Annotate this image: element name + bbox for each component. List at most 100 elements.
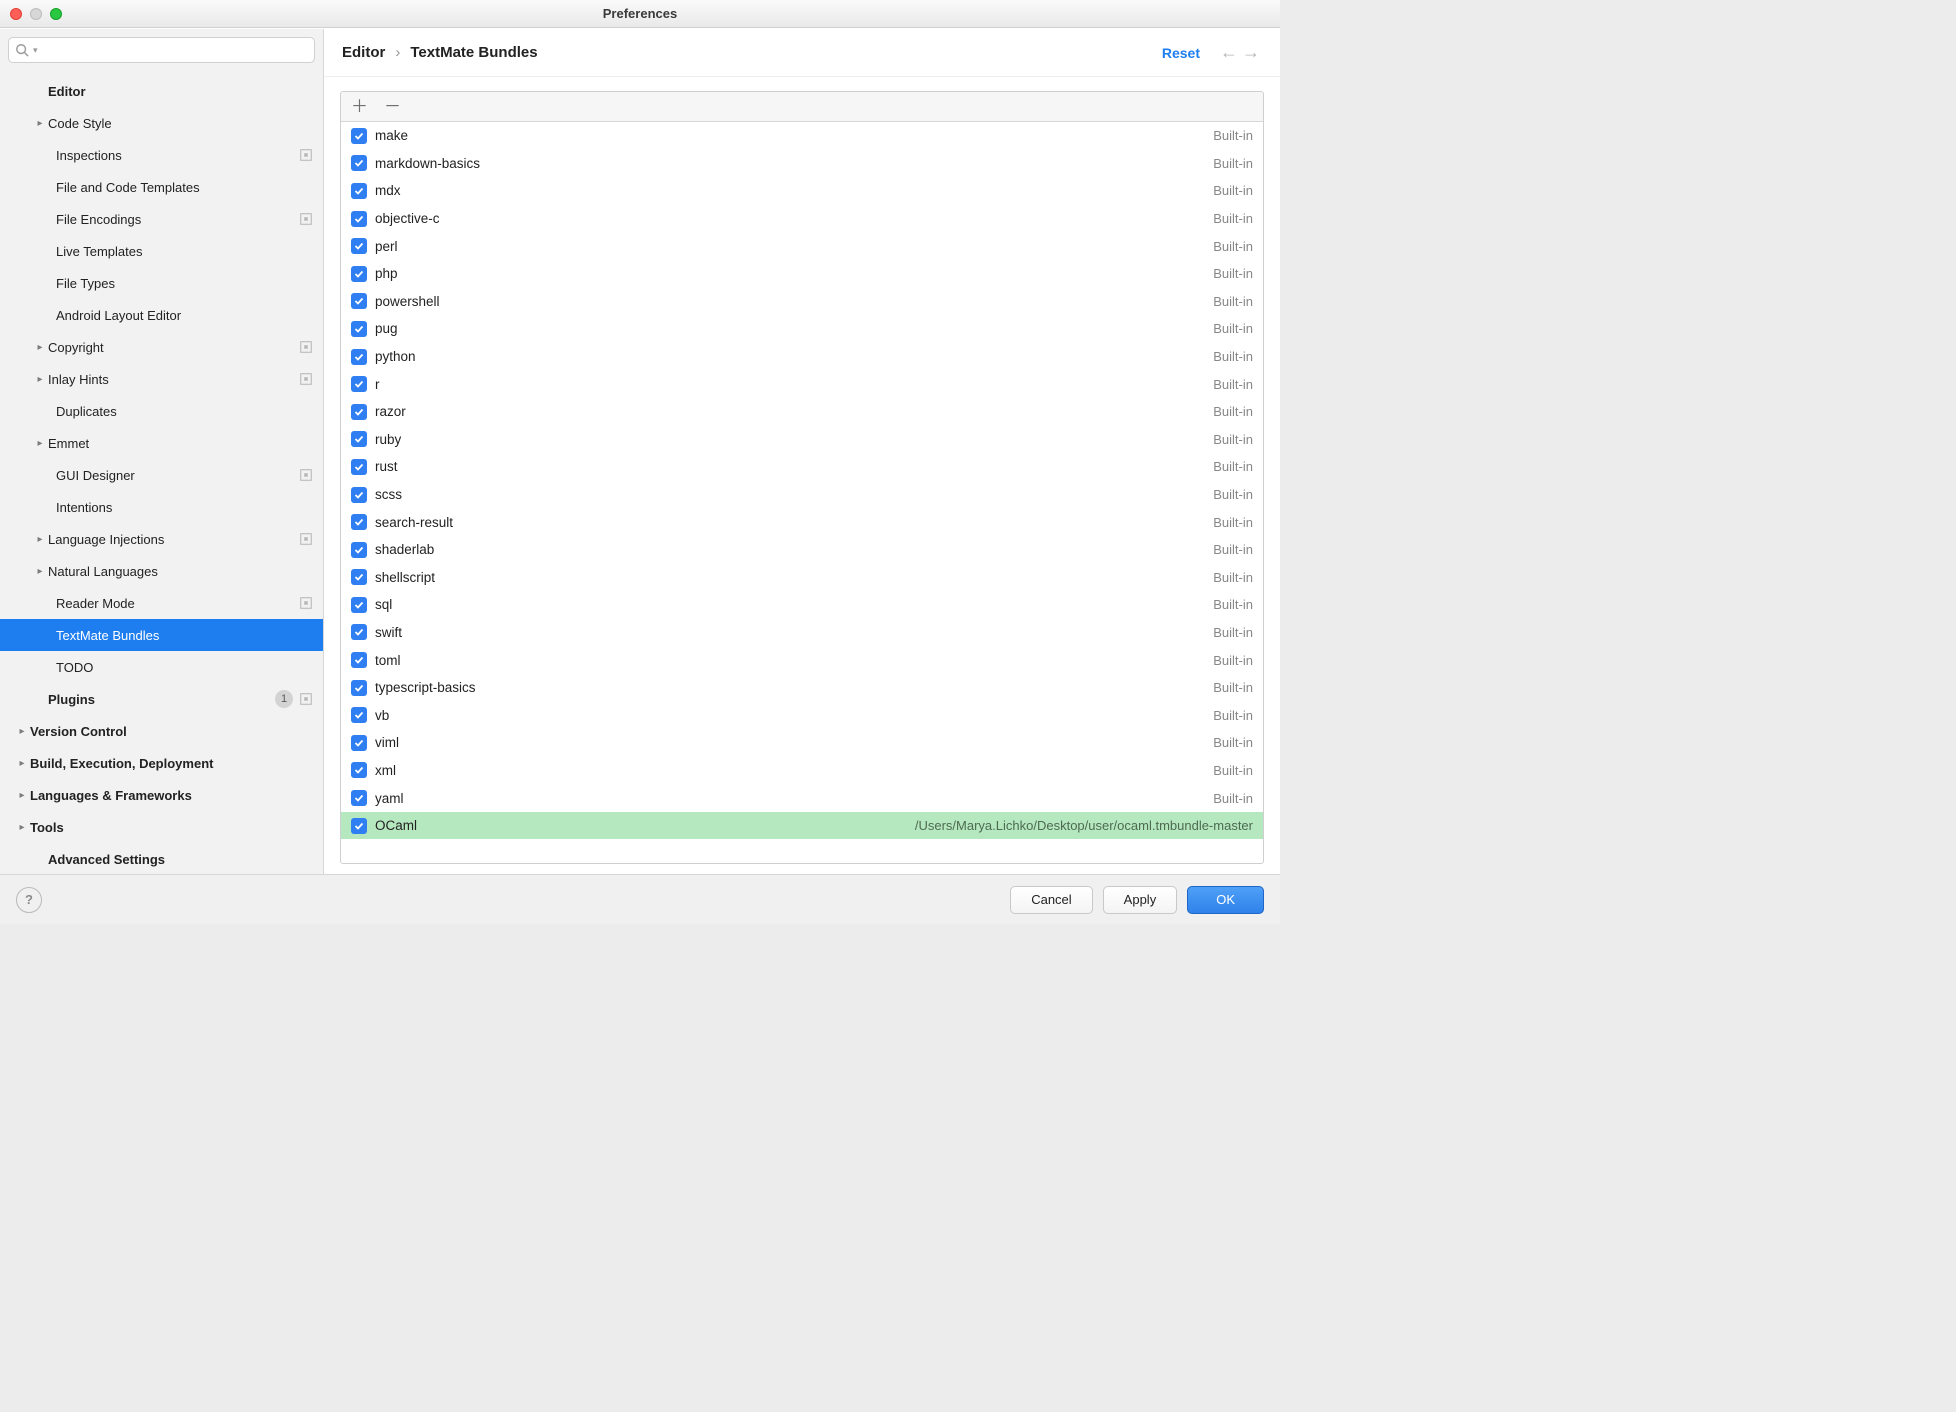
bundle-checkbox[interactable] bbox=[351, 680, 367, 696]
sidebar-item-label: File Types bbox=[56, 276, 313, 291]
forward-icon[interactable]: → bbox=[1240, 42, 1262, 63]
bundle-row[interactable]: swiftBuilt-in bbox=[341, 619, 1263, 647]
sidebar-item-reader-mode[interactable]: Reader Mode bbox=[0, 587, 323, 619]
sidebar-item-file-encodings[interactable]: File Encodings bbox=[0, 203, 323, 235]
sidebar-item-label: Tools bbox=[30, 820, 313, 835]
sidebar-item-file-types[interactable]: File Types bbox=[0, 267, 323, 299]
bundle-row[interactable]: rustBuilt-in bbox=[341, 453, 1263, 481]
help-button[interactable]: ? bbox=[16, 887, 42, 913]
bundle-checkbox[interactable] bbox=[351, 128, 367, 144]
bundle-checkbox[interactable] bbox=[351, 514, 367, 530]
bundle-row[interactable]: mdxBuilt-in bbox=[341, 177, 1263, 205]
bundle-row[interactable]: pugBuilt-in bbox=[341, 315, 1263, 343]
ok-button[interactable]: OK bbox=[1187, 886, 1264, 914]
chevron-right-icon: ▸ bbox=[32, 534, 48, 545]
bundle-checkbox[interactable] bbox=[351, 404, 367, 420]
bundle-checkbox[interactable] bbox=[351, 293, 367, 309]
bundle-row[interactable]: typescript-basicsBuilt-in bbox=[341, 674, 1263, 702]
sidebar-item-copyright[interactable]: ▸ Copyright bbox=[0, 331, 323, 363]
sidebar-item-inlay-hints[interactable]: ▸ Inlay Hints bbox=[0, 363, 323, 395]
sidebar-item-inspections[interactable]: Inspections bbox=[0, 139, 323, 171]
back-icon[interactable]: ← bbox=[1218, 42, 1240, 63]
sidebar-item-emmet[interactable]: ▸ Emmet bbox=[0, 427, 323, 459]
breadcrumb-root[interactable]: Editor bbox=[342, 44, 385, 61]
bundle-checkbox[interactable] bbox=[351, 238, 367, 254]
sidebar-item-label: Inspections bbox=[56, 148, 299, 163]
sidebar-item-languages-frameworks[interactable]: ▸ Languages & Frameworks bbox=[0, 779, 323, 811]
bundle-checkbox[interactable] bbox=[351, 266, 367, 282]
bundle-row[interactable]: search-resultBuilt-in bbox=[341, 508, 1263, 536]
sidebar-item-gui-designer[interactable]: GUI Designer bbox=[0, 459, 323, 491]
bundle-checkbox[interactable] bbox=[351, 735, 367, 751]
bundle-row[interactable]: razorBuilt-in bbox=[341, 398, 1263, 426]
bundle-row[interactable]: makeBuilt-in bbox=[341, 122, 1263, 150]
bundle-checkbox[interactable] bbox=[351, 431, 367, 447]
reset-button[interactable]: Reset bbox=[1162, 45, 1200, 61]
apply-button[interactable]: Apply bbox=[1103, 886, 1178, 914]
sidebar-item-natural-languages[interactable]: ▸ Natural Languages bbox=[0, 555, 323, 587]
bundle-row[interactable]: shellscriptBuilt-in bbox=[341, 564, 1263, 592]
bundle-row[interactable]: sqlBuilt-in bbox=[341, 591, 1263, 619]
bundles-list[interactable]: makeBuilt-inmarkdown-basicsBuilt-inmdxBu… bbox=[341, 122, 1263, 863]
bundle-checkbox[interactable] bbox=[351, 542, 367, 558]
bundle-row[interactable]: vbBuilt-in bbox=[341, 701, 1263, 729]
sidebar-item-android-layout[interactable]: Android Layout Editor bbox=[0, 299, 323, 331]
remove-bundle-button[interactable]: － bbox=[384, 98, 401, 115]
sidebar-item-code-style[interactable]: ▸ Code Style bbox=[0, 107, 323, 139]
bundle-row[interactable]: vimlBuilt-in bbox=[341, 729, 1263, 757]
bundle-checkbox[interactable] bbox=[351, 652, 367, 668]
bundle-checkbox[interactable] bbox=[351, 211, 367, 227]
sidebar-item-language-injections[interactable]: ▸ Language Injections bbox=[0, 523, 323, 555]
search-input[interactable]: ▾ bbox=[8, 37, 315, 63]
bundle-row[interactable]: tomlBuilt-in bbox=[341, 646, 1263, 674]
bundle-row[interactable]: yamlBuilt-in bbox=[341, 784, 1263, 812]
sidebar-item-tools[interactable]: ▸ Tools bbox=[0, 811, 323, 843]
bundle-checkbox[interactable] bbox=[351, 155, 367, 171]
bundle-row[interactable]: shaderlabBuilt-in bbox=[341, 536, 1263, 564]
bundle-row[interactable]: powershellBuilt-in bbox=[341, 288, 1263, 316]
sidebar-item-duplicates[interactable]: Duplicates bbox=[0, 395, 323, 427]
bundle-row[interactable]: objective-cBuilt-in bbox=[341, 205, 1263, 233]
bundle-row[interactable]: pythonBuilt-in bbox=[341, 343, 1263, 371]
cancel-button[interactable]: Cancel bbox=[1010, 886, 1092, 914]
sidebar-item-todo[interactable]: TODO bbox=[0, 651, 323, 683]
bundle-checkbox[interactable] bbox=[351, 376, 367, 392]
bundle-row[interactable]: phpBuilt-in bbox=[341, 260, 1263, 288]
add-bundle-button[interactable]: ＋ bbox=[351, 98, 368, 115]
bundle-checkbox[interactable] bbox=[351, 321, 367, 337]
bundle-name: OCaml bbox=[375, 818, 907, 833]
bundle-name: viml bbox=[375, 735, 1205, 750]
bundle-row[interactable]: perlBuilt-in bbox=[341, 232, 1263, 260]
chevron-right-icon: ▸ bbox=[32, 566, 48, 577]
bundle-row[interactable]: xmlBuilt-in bbox=[341, 757, 1263, 785]
bundle-source: Built-in bbox=[1213, 432, 1253, 447]
sidebar-item-editor[interactable]: Editor bbox=[0, 75, 323, 107]
bundle-row[interactable]: ruby Built-in bbox=[341, 426, 1263, 454]
bundle-checkbox[interactable] bbox=[351, 790, 367, 806]
bundle-row[interactable]: scssBuilt-in bbox=[341, 481, 1263, 509]
bundle-checkbox[interactable] bbox=[351, 487, 367, 503]
sidebar-item-plugins[interactable]: Plugins 1 bbox=[0, 683, 323, 715]
bundle-checkbox[interactable] bbox=[351, 183, 367, 199]
bundle-row[interactable]: OCaml/Users/Marya.Lichko/Desktop/user/oc… bbox=[341, 812, 1263, 840]
bundle-row[interactable]: markdown-basicsBuilt-in bbox=[341, 150, 1263, 178]
bundle-checkbox[interactable] bbox=[351, 762, 367, 778]
sidebar-item-advanced-settings[interactable]: Advanced Settings bbox=[0, 843, 323, 874]
bundle-checkbox[interactable] bbox=[351, 569, 367, 585]
bundle-checkbox[interactable] bbox=[351, 597, 367, 613]
sidebar-item-version-control[interactable]: ▸ Version Control bbox=[0, 715, 323, 747]
bundle-checkbox[interactable] bbox=[351, 707, 367, 723]
bundle-row[interactable]: rBuilt-in bbox=[341, 370, 1263, 398]
main-panel: Editor › TextMate Bundles Reset ← → ＋ － … bbox=[324, 29, 1280, 874]
bundle-checkbox[interactable] bbox=[351, 624, 367, 640]
bundle-checkbox[interactable] bbox=[351, 459, 367, 475]
bundle-checkbox[interactable] bbox=[351, 818, 367, 834]
sidebar-item-intentions[interactable]: Intentions bbox=[0, 491, 323, 523]
sidebar-item-file-code-templates[interactable]: File and Code Templates bbox=[0, 171, 323, 203]
bundle-name: ruby bbox=[375, 432, 1205, 447]
sidebar-item-build[interactable]: ▸ Build, Execution, Deployment bbox=[0, 747, 323, 779]
bundle-checkbox[interactable] bbox=[351, 349, 367, 365]
sidebar-item-textmate-bundles[interactable]: TextMate Bundles bbox=[0, 619, 323, 651]
sidebar-item-live-templates[interactable]: Live Templates bbox=[0, 235, 323, 267]
search-field[interactable] bbox=[42, 43, 308, 58]
